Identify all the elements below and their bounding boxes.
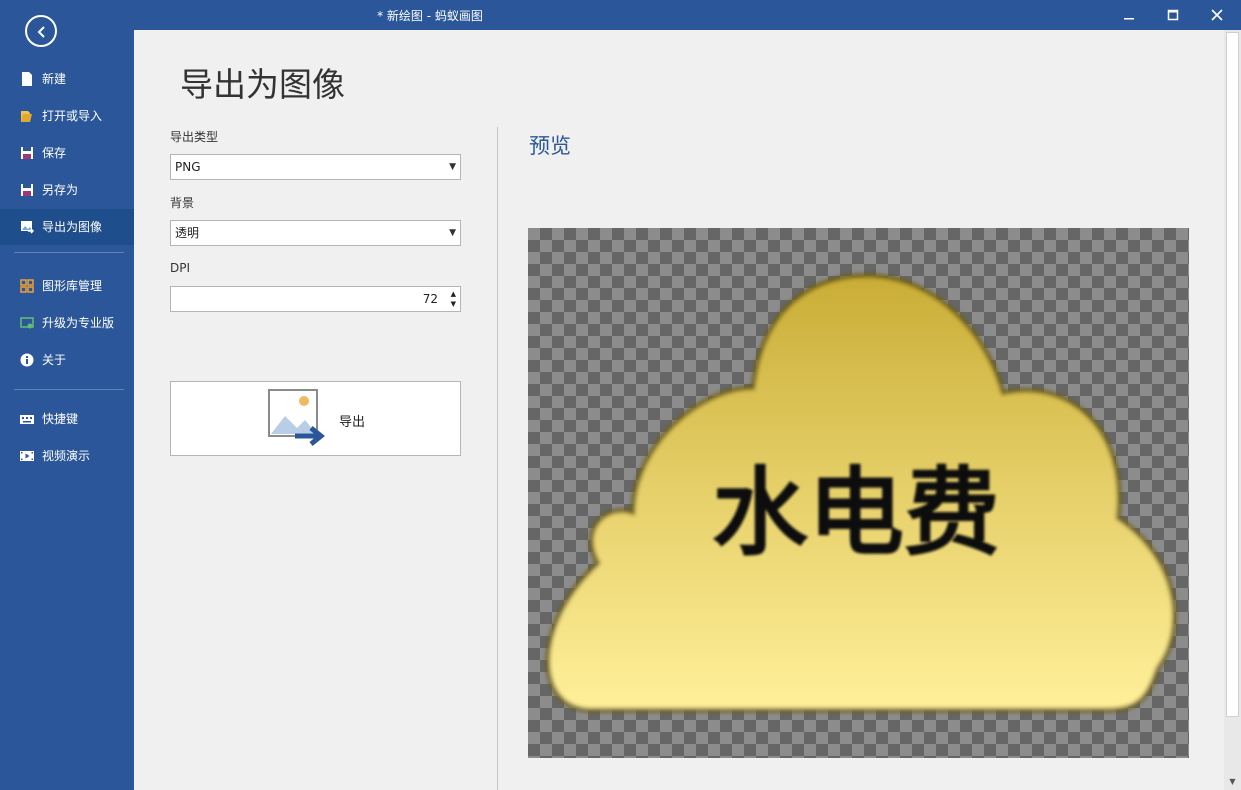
- preview-cloud-text: 水电费: [712, 457, 1000, 569]
- dpi-label: DPI: [170, 261, 191, 275]
- export-button-label: 导出: [339, 415, 366, 430]
- upgrade-icon: [20, 317, 34, 329]
- export-image-icon: [21, 221, 34, 234]
- video-icon: [20, 451, 34, 461]
- new-file-icon: [22, 72, 32, 86]
- sidebar-item-about[interactable]: 关于: [0, 342, 134, 378]
- dpi-stepper[interactable]: 72 ▲ ▼: [170, 286, 461, 312]
- page-title: 导出为图像: [180, 65, 345, 104]
- sidebar-item-shortcuts[interactable]: 快捷键: [0, 401, 134, 437]
- dpi-value: 72: [422, 292, 438, 306]
- background-select[interactable]: 透明 ▼: [170, 220, 461, 246]
- dropdown-arrow-icon: ▼: [449, 228, 456, 238]
- vertical-scrollbar[interactable]: ▼: [1224, 30, 1241, 790]
- info-icon: [20, 353, 34, 367]
- sidebar-item-save[interactable]: 保存: [0, 135, 134, 171]
- sidebar: 新建 打开或导入 保存 另存为 导出为图像 图形库管理 升级为专业版 关于 快捷…: [0, 0, 134, 790]
- spin-down-icon[interactable]: ▼: [451, 300, 456, 308]
- export-type-value: PNG: [175, 160, 201, 174]
- sidebar-item-label: 打开或导入: [42, 109, 103, 123]
- save-as-icon: [21, 184, 33, 196]
- minimize-button[interactable]: [1107, 0, 1151, 30]
- title-bar: * 新绘图 - 蚂蚁画图: [0, 0, 1241, 30]
- sidebar-item-library[interactable]: 图形库管理: [0, 268, 134, 304]
- close-icon: [1211, 9, 1223, 21]
- sidebar-item-label: 保存: [42, 146, 67, 160]
- sidebar-divider: [14, 389, 124, 390]
- export-button[interactable]: 导出: [170, 381, 461, 456]
- sidebar-item-video[interactable]: 视频演示: [0, 438, 134, 474]
- sidebar-item-label: 新建: [42, 72, 67, 86]
- sidebar-item-label: 升级为专业版: [42, 316, 115, 330]
- maximize-button[interactable]: [1151, 0, 1195, 30]
- sidebar-item-label: 视频演示: [42, 449, 91, 463]
- spin-up-icon[interactable]: ▲: [451, 290, 456, 298]
- sidebar-item-label: 关于: [42, 353, 67, 367]
- sidebar-item-label: 图形库管理: [42, 279, 103, 293]
- sidebar-item-label: 导出为图像: [42, 220, 103, 234]
- close-button[interactable]: [1195, 0, 1239, 30]
- sidebar-item-save-as[interactable]: 另存为: [0, 172, 134, 208]
- preview-canvas: 水电费: [528, 228, 1189, 758]
- keyboard-icon: [20, 415, 34, 424]
- sidebar-item-label: 快捷键: [42, 412, 79, 426]
- sidebar-item-open-import[interactable]: 打开或导入: [0, 98, 134, 134]
- save-icon: [21, 147, 33, 159]
- minimize-icon: [1124, 18, 1134, 20]
- back-button[interactable]: [25, 15, 57, 47]
- sidebar-item-export-image[interactable]: 导出为图像: [0, 209, 134, 245]
- library-icon: [20, 279, 34, 293]
- sidebar-item-upgrade[interactable]: 升级为专业版: [0, 305, 134, 341]
- back-arrow-icon: [37, 26, 45, 38]
- open-folder-icon: [21, 111, 32, 122]
- maximize-icon: [1167, 9, 1179, 21]
- export-image-icon: [268, 389, 326, 446]
- dropdown-arrow-icon: ▼: [449, 162, 456, 172]
- background-label: 背景: [170, 196, 195, 210]
- export-type-label: 导出类型: [170, 130, 219, 144]
- sidebar-divider: [14, 252, 124, 253]
- panel-divider: [497, 127, 498, 790]
- scroll-down-icon[interactable]: ▼: [1224, 776, 1241, 788]
- scrollbar-thumb[interactable]: [1226, 32, 1239, 717]
- background-value: 透明: [175, 226, 200, 240]
- sidebar-item-label: 另存为: [42, 183, 79, 197]
- preview-title: 预览: [529, 134, 571, 158]
- sidebar-item-new[interactable]: 新建: [0, 61, 134, 97]
- main-content: 导出为图像 导出类型 PNG ▼ 背景 透明 ▼ DPI 72 ▲ ▼ 导出 预…: [134, 30, 1224, 790]
- export-type-select[interactable]: PNG ▼: [170, 154, 461, 180]
